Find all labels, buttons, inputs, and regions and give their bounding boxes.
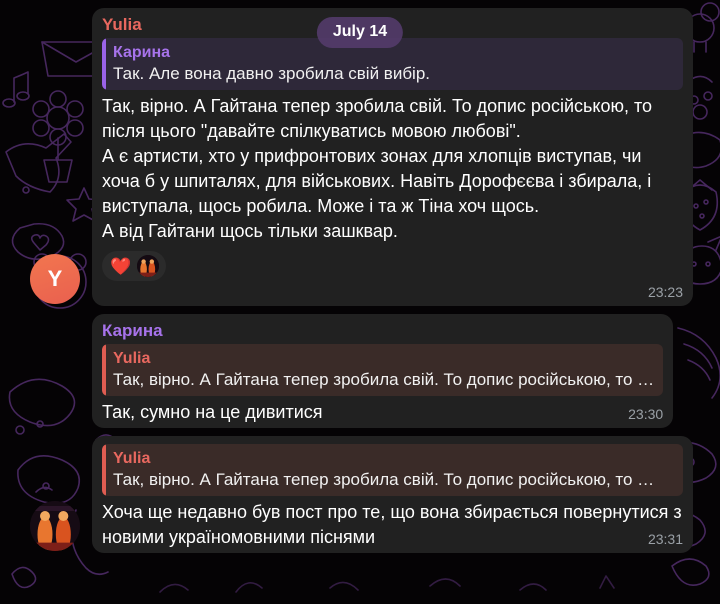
message-text: Так, сумно на це дивитися bbox=[102, 402, 323, 422]
message-item: Карина Yulia Так, вірно. А Гайтана тепер… bbox=[30, 314, 693, 428]
reply-quote[interactable]: Yulia Так, вірно. А Гайтана тепер зробил… bbox=[102, 344, 664, 396]
message-time: 23:31 bbox=[647, 531, 683, 547]
message-bubble[interactable]: Карина Yulia Так, вірно. А Гайтана тепер… bbox=[92, 314, 674, 428]
message-bubble[interactable]: Yulia Карина Так. Але вона давно зробила… bbox=[92, 8, 693, 306]
message-list: Y Yulia Карина Так. Але вона давно зроби… bbox=[0, 0, 720, 604]
reply-quote-text: Так, вірно. А Гайтана тепер зробила свій… bbox=[113, 370, 655, 389]
avatar-karina[interactable] bbox=[30, 501, 80, 551]
message-text: Так, вірно. А Гайтана тепер зробила свій… bbox=[102, 96, 653, 241]
avatar-slot bbox=[30, 426, 92, 428]
reaction-bar: ❤️ bbox=[102, 251, 683, 281]
avatar-initial: Y bbox=[47, 266, 63, 291]
reaction-avatar-karina bbox=[137, 255, 160, 277]
message-item: Y Yulia Карина Так. Але вона давно зроби… bbox=[30, 8, 693, 306]
date-divider[interactable]: July 14 bbox=[316, 17, 404, 48]
message-time: 23:23 bbox=[647, 284, 683, 300]
avatar-slot bbox=[30, 501, 92, 553]
avatar-yulia[interactable]: Y bbox=[30, 254, 80, 304]
reply-quote-text: Так. Але вона давно зробила свій вибір. bbox=[113, 64, 431, 83]
reply-quote-text: Так, вірно. А Гайтана тепер зробила свій… bbox=[113, 470, 655, 489]
message-sender-name[interactable]: Карина bbox=[102, 320, 663, 342]
message-bubble[interactable]: Yulia Так, вірно. А Гайтана тепер зробил… bbox=[92, 436, 693, 553]
reply-quote-author: Yulia bbox=[113, 450, 151, 467]
message-text: Хоча ще недавно був пост про те, що вона… bbox=[102, 502, 687, 547]
reply-quote-author: Yulia bbox=[113, 350, 151, 367]
message-time: 23:30 bbox=[628, 406, 664, 422]
message-meta: 23:23 bbox=[102, 283, 683, 301]
message-item: Yulia Так, вірно. А Гайтана тепер зробил… bbox=[30, 436, 693, 553]
avatar-slot: Y bbox=[30, 254, 92, 306]
reaction-heart[interactable]: ❤️ bbox=[102, 251, 167, 281]
reply-quote[interactable]: Yulia Так, вірно. А Гайтана тепер зробил… bbox=[102, 444, 683, 496]
heart-icon: ❤️ bbox=[110, 256, 132, 276]
